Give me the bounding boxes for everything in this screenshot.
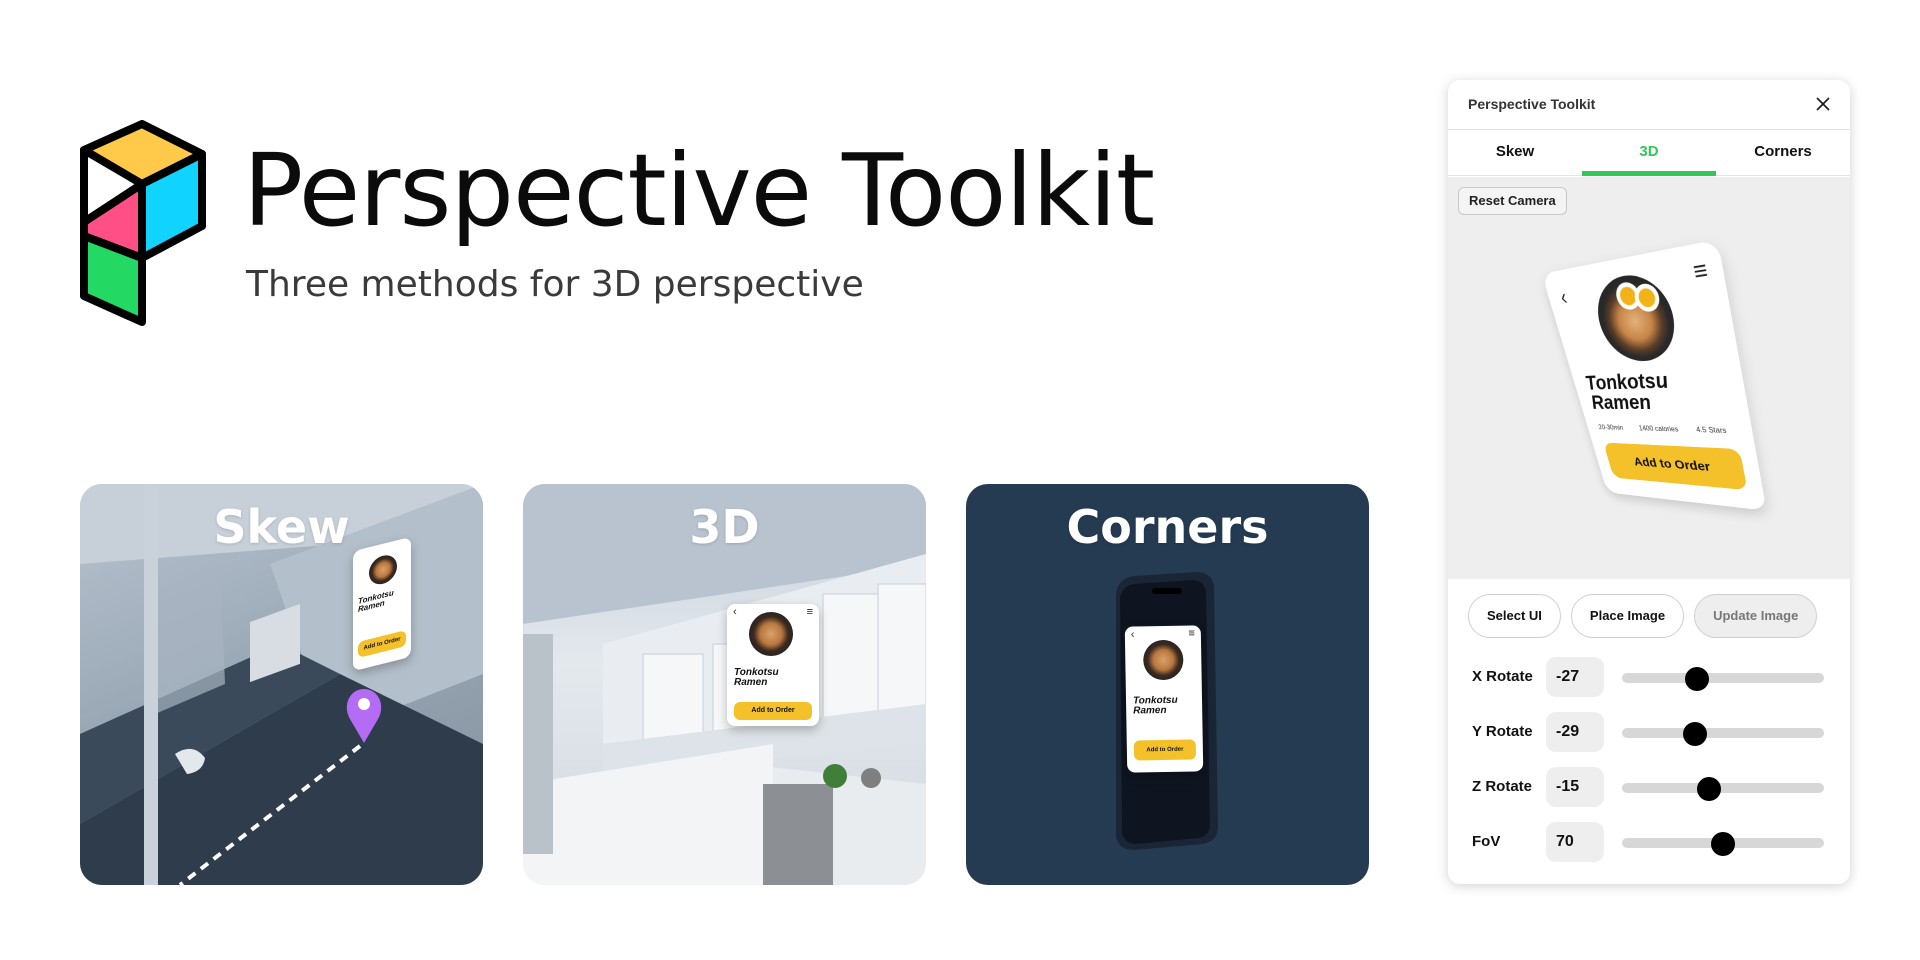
reset-camera-button[interactable]: Reset Camera — [1458, 187, 1567, 215]
3d-preview-canvas[interactable]: Reset Camera ‹ ≡ Tonkotsu Ramen 20-30min … — [1448, 177, 1850, 579]
y-rotate-thumb[interactable] — [1683, 722, 1707, 746]
z-rotate-thumb[interactable] — [1697, 777, 1721, 801]
tab-3d[interactable]: 3D — [1582, 130, 1716, 175]
add-to-order-button: Add to Order — [1603, 443, 1747, 491]
hero-subtitle: Three methods for 3D perspective — [246, 264, 864, 305]
y-rotate-slider[interactable] — [1622, 728, 1824, 738]
panel-title: Perspective Toolkit — [1468, 96, 1595, 112]
fov-input[interactable]: 70 — [1546, 822, 1604, 862]
y-rotate-control: Y Rotate -29 — [1472, 712, 1832, 752]
tab-corners[interactable]: Corners — [1716, 130, 1850, 175]
preview-ui-card: ‹ ≡ Tonkotsu Ramen 20-30min 1400 calories… — [1542, 239, 1767, 510]
z-rotate-slider[interactable] — [1622, 783, 1824, 793]
close-icon[interactable] — [1810, 91, 1836, 117]
z-rotate-control: Z Rotate -15 — [1472, 767, 1832, 807]
y-rotate-input[interactable]: -29 — [1546, 712, 1604, 752]
action-row: Select UI Place Image Update Image — [1468, 594, 1817, 638]
panel-header: Perspective Toolkit — [1448, 80, 1850, 130]
fov-slider[interactable] — [1622, 838, 1824, 848]
3d-mini-ui: ‹ ≡ Tonkotsu Ramen Add to Order — [727, 604, 819, 726]
y-rotate-label: Y Rotate — [1472, 723, 1533, 740]
place-image-button[interactable]: Place Image — [1571, 594, 1684, 638]
update-image-button[interactable]: Update Image — [1694, 594, 1817, 638]
select-ui-button[interactable]: Select UI — [1468, 594, 1561, 638]
ramen-bowl-image — [1589, 269, 1683, 363]
x-rotate-input[interactable]: -27 — [1546, 657, 1604, 697]
meta-calories: 1400 calories — [1638, 424, 1679, 433]
card-skew[interactable]: Tonkotsu Ramen Add to Order Skew — [80, 484, 483, 885]
meta-time: 20-30min — [1598, 423, 1624, 431]
panel-tabs: Skew 3D Corners — [1448, 130, 1850, 176]
x-rotate-thumb[interactable] — [1685, 667, 1709, 691]
fov-control: FoV 70 — [1472, 822, 1832, 862]
z-rotate-input[interactable]: -15 — [1546, 767, 1604, 807]
x-rotate-label: X Rotate — [1472, 668, 1533, 685]
x-rotate-control: X Rotate -27 — [1472, 657, 1832, 697]
x-rotate-slider[interactable] — [1622, 673, 1824, 683]
tab-skew[interactable]: Skew — [1448, 130, 1582, 175]
menu-icon: ≡ — [1691, 255, 1711, 288]
menu-icon: ≡ — [807, 606, 813, 618]
meta-stars: 4.5 Stars — [1695, 426, 1727, 435]
hero-title: Perspective Toolkit — [243, 133, 1154, 248]
z-rotate-label: Z Rotate — [1472, 778, 1532, 795]
back-chevron-icon: ‹ — [733, 606, 737, 618]
card-title-skew: Skew — [80, 500, 483, 554]
perspective-toolkit-logo — [76, 120, 210, 326]
back-chevron-icon: ‹ — [1131, 629, 1135, 641]
card-corners[interactable]: ‹ ≡ Tonkotsu Ramen Add to Order Corners — [966, 484, 1369, 885]
back-chevron-icon: ‹ — [1557, 284, 1570, 310]
dish-name: Tonkotsu Ramen — [1583, 370, 1675, 413]
corners-mini-ui: ‹ ≡ Tonkotsu Ramen Add to Order — [1125, 625, 1204, 772]
card-title-corners: Corners — [966, 500, 1369, 554]
fov-thumb[interactable] — [1711, 832, 1735, 856]
skew-mini-ui: Tonkotsu Ramen Add to Order — [353, 537, 411, 671]
card-title-3d: 3D — [523, 500, 926, 554]
card-3d[interactable]: ‹ ≡ Tonkotsu Ramen Add to Order 3D — [523, 484, 926, 885]
perspective-toolkit-panel: Perspective Toolkit Skew 3D Corners Rese… — [1448, 80, 1850, 884]
fov-label: FoV — [1472, 833, 1500, 850]
menu-icon: ≡ — [1188, 627, 1195, 639]
